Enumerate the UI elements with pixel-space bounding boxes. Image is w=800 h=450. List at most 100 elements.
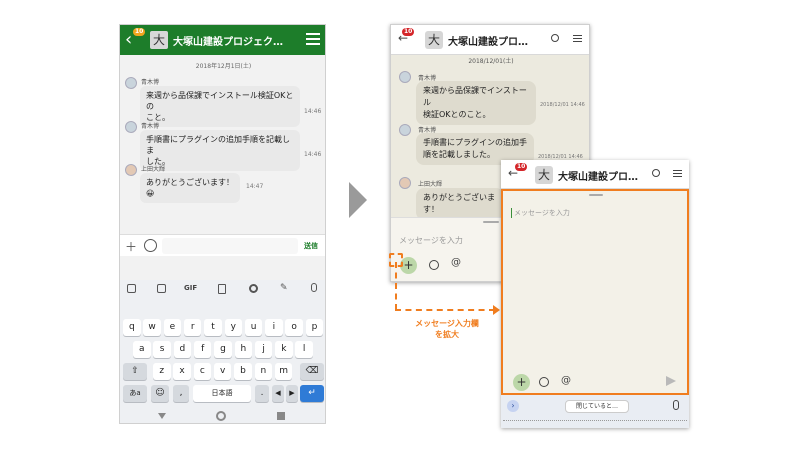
message-bubble: 来週から品保課でインストール検証OKとの こと。 [140, 86, 300, 127]
shift-key[interactable]: ⇧ [123, 363, 147, 380]
grid-icon[interactable] [127, 284, 136, 293]
date-separator: 2018/12/01(土) [468, 58, 514, 65]
cursor-right-key[interactable]: ▶ [286, 385, 298, 402]
key-f[interactable]: f [193, 341, 212, 358]
emoji-key[interactable]: ☺ [151, 385, 169, 402]
menu-icon[interactable] [306, 33, 320, 46]
emoji-icon[interactable] [429, 260, 439, 270]
chat-header: ‹ 10 大 大塚山建設プロジェク… [120, 25, 325, 55]
backspace-key[interactable]: ⌫ [300, 363, 324, 380]
key-l[interactable]: l [295, 341, 313, 358]
connector-line [395, 262, 397, 310]
chat-header: ← 10 大 大塚山建設プロ… [501, 160, 689, 189]
recents-nav-icon[interactable] [277, 412, 285, 420]
nav-bar [120, 408, 325, 423]
message-input[interactable] [162, 238, 298, 254]
sender-name: 青木博 [141, 79, 160, 86]
key-b[interactable]: b [234, 363, 252, 380]
comma-key[interactable]: , [173, 385, 189, 402]
key-j[interactable]: j [254, 341, 273, 358]
key-x[interactable]: x [173, 363, 191, 380]
key-a[interactable]: a [133, 341, 151, 358]
cursor-left-key[interactable]: ◀ [272, 385, 284, 402]
group-avatar: 大 [150, 31, 168, 49]
key-k[interactable]: k [275, 341, 293, 358]
sticker-icon[interactable] [157, 284, 166, 293]
gif-button[interactable]: GIF [184, 284, 197, 292]
date-separator: 2018年12月1日(土) [195, 63, 252, 70]
chat-title: 大塚山建設プロ… [448, 37, 528, 48]
key-r[interactable]: r [183, 319, 202, 336]
timestamp: 14:47 [246, 183, 264, 190]
expanded-input-area[interactable]: メッセージを入力 + @ [501, 189, 689, 395]
chat-title: 大塚山建設プロジェク… [173, 37, 283, 48]
pen-icon[interactable]: ✎ [280, 283, 288, 293]
plus-icon[interactable]: ＋ [125, 238, 137, 255]
key-p[interactable]: p [305, 319, 324, 336]
key-z[interactable]: z [153, 363, 171, 380]
key-n[interactable]: n [254, 363, 273, 380]
clipboard-icon[interactable] [218, 284, 226, 294]
key-g[interactable]: g [214, 341, 232, 358]
search-icon[interactable] [551, 34, 559, 42]
expand-keyboard-icon[interactable]: › [507, 400, 519, 412]
key-d[interactable]: d [173, 341, 192, 358]
search-icon[interactable] [652, 169, 660, 177]
connector-line [395, 309, 495, 311]
message-bubble: 来週から品保課でインストール 検証OKとのこと。 [416, 81, 536, 125]
input-bar: ＋ 送信 [120, 234, 325, 256]
suggestion-chip[interactable]: 閉じていると… [565, 400, 629, 413]
key-y[interactable]: y [224, 319, 243, 336]
key-t[interactable]: t [204, 319, 222, 336]
keyboard-strip: › 閉じていると… [501, 395, 689, 428]
key-m[interactable]: m [274, 363, 293, 380]
avatar [399, 124, 411, 136]
message-bubble: ありがとうございます！😀 [140, 173, 240, 203]
period-key[interactable]: . [255, 385, 269, 402]
timestamp: 14:46 [304, 108, 322, 115]
avatar [399, 177, 411, 189]
message-text-line: ありがとうございます！😀 [146, 178, 234, 198]
key-w[interactable]: w [143, 319, 161, 336]
send-button[interactable]: 送信 [304, 241, 318, 251]
emoji-icon[interactable] [539, 377, 549, 387]
soft-keyboard: GIF ✎ ⇧ ⌫ あa ☺ , 日本語 . ◀ ▶ ↵ qwertyuiop a… [120, 280, 325, 423]
key-o[interactable]: o [285, 319, 303, 336]
mention-icon[interactable]: @ [451, 257, 461, 268]
settings-icon[interactable] [249, 284, 258, 293]
drag-handle[interactable] [589, 194, 603, 196]
unread-badge: 10 [515, 163, 528, 171]
avatar [125, 121, 137, 133]
mic-icon[interactable] [673, 400, 679, 410]
annotation-line: を拡大 [435, 330, 459, 339]
emoji-icon[interactable] [144, 239, 157, 252]
keyboard-top-row [503, 420, 687, 428]
drag-handle[interactable] [483, 221, 499, 223]
key-i[interactable]: i [265, 319, 283, 336]
avatar [125, 164, 137, 176]
key-h[interactable]: h [234, 341, 253, 358]
message-input[interactable]: メッセージを入力 [399, 235, 463, 246]
menu-icon[interactable] [673, 170, 682, 177]
home-nav-icon[interactable] [216, 411, 226, 421]
back-nav-icon[interactable] [158, 413, 166, 419]
chat-title: 大塚山建設プロ… [558, 172, 638, 183]
chat-header: ← 10 大 大塚山建設プロ… [391, 25, 589, 55]
key-c[interactable]: c [193, 363, 212, 380]
key-s[interactable]: s [153, 341, 171, 358]
message-input[interactable]: メッセージを入力 [511, 208, 570, 218]
key-e[interactable]: e [163, 319, 182, 336]
mode-switch-key[interactable]: あa [123, 385, 147, 402]
key-u[interactable]: u [244, 319, 263, 336]
mention-icon[interactable]: @ [561, 375, 571, 386]
send-icon[interactable] [666, 376, 676, 386]
mic-icon[interactable] [311, 283, 317, 292]
space-key[interactable]: 日本語 [193, 385, 251, 402]
enter-key[interactable]: ↵ [300, 385, 324, 402]
key-v[interactable]: v [213, 363, 232, 380]
add-button[interactable]: + [513, 374, 530, 391]
arrow-right-icon [349, 182, 367, 218]
menu-icon[interactable] [573, 35, 582, 42]
key-q[interactable]: q [123, 319, 141, 336]
timestamp: 14:46 [304, 151, 322, 158]
